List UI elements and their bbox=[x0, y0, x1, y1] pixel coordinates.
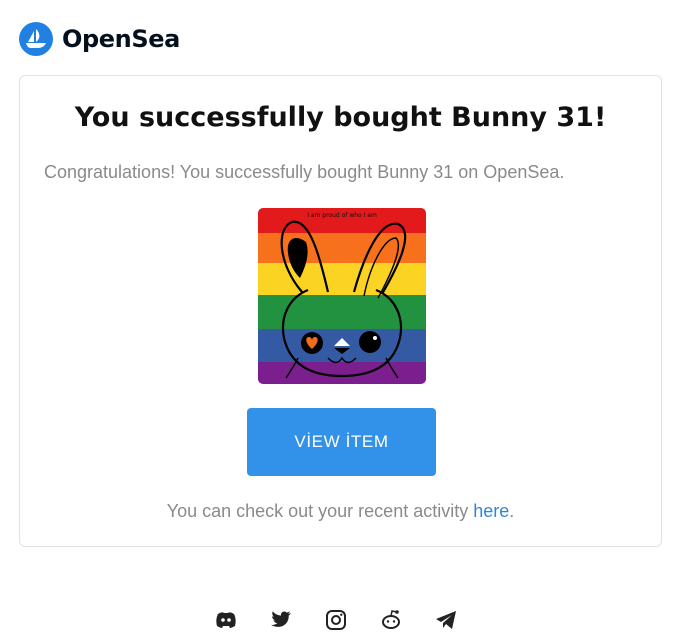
discord-icon[interactable] bbox=[214, 608, 238, 632]
brand-name: OpenSea bbox=[62, 25, 180, 53]
page-title: You successfully bought Bunny 31! bbox=[74, 102, 607, 133]
congratulations-text: Congratulations! You successfully bought… bbox=[44, 162, 565, 182]
opensea-logo-icon bbox=[19, 22, 53, 56]
purchase-card: You successfully bought Bunny 31! Congra… bbox=[19, 75, 662, 547]
telegram-icon[interactable] bbox=[434, 608, 458, 632]
activity-suffix: . bbox=[509, 501, 515, 521]
twitter-icon[interactable] bbox=[269, 608, 293, 632]
nft-image[interactable]: I am proud of who I am bbox=[258, 208, 426, 384]
activity-text: You can check out your recent activity h… bbox=[20, 501, 661, 522]
nft-caption: I am proud of who I am bbox=[307, 212, 377, 219]
view-item-button[interactable]: VİEW İTEM bbox=[247, 408, 436, 476]
activity-prefix: You can check out your recent activity bbox=[166, 501, 474, 521]
opensea-logo[interactable]: OpenSea bbox=[19, 22, 180, 56]
social-links bbox=[214, 608, 458, 632]
reddit-icon[interactable] bbox=[379, 608, 403, 632]
instagram-icon[interactable] bbox=[324, 608, 348, 632]
activity-link[interactable]: here bbox=[473, 501, 509, 521]
